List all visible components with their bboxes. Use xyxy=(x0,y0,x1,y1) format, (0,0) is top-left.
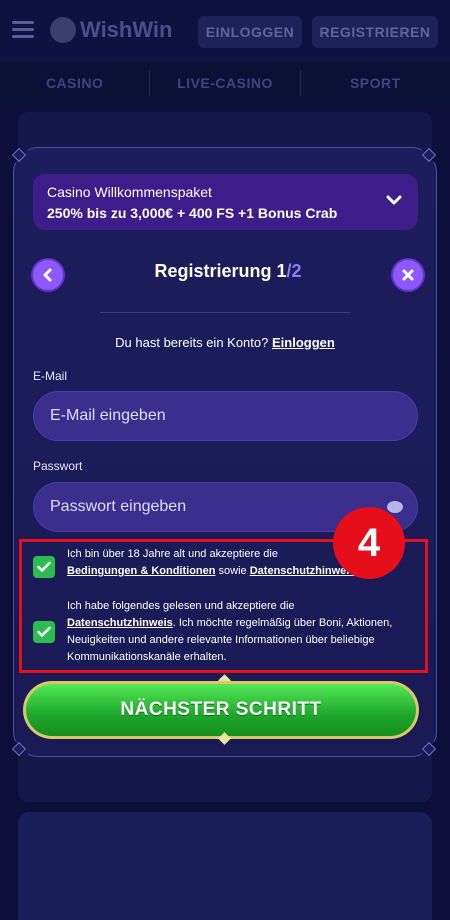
annotation-badge: 4 xyxy=(333,507,405,579)
close-icon xyxy=(402,269,414,281)
tab-sport[interactable]: SPORT xyxy=(301,75,450,91)
tab-casino[interactable]: CASINO xyxy=(0,75,149,91)
next-step-button[interactable]: NÄCHSTER SCHRITT xyxy=(23,681,419,739)
close-button[interactable] xyxy=(393,260,423,290)
page-title: Registrierung 1/2 xyxy=(33,261,423,282)
site-header: WishWin EINLOGGEN REGISTRIEREN xyxy=(0,0,450,62)
category-tabs: CASINO LIVE-CASINO SPORT xyxy=(0,62,450,104)
background-banner xyxy=(18,812,432,920)
marketing-checkbox[interactable] xyxy=(33,621,55,643)
divider xyxy=(100,312,350,313)
age-terms-conjunction: sowie xyxy=(215,565,250,577)
menu-icon[interactable] xyxy=(12,21,34,41)
privacy-link[interactable]: Datenschutzhinweis xyxy=(67,617,173,629)
brand-logo: WishWin xyxy=(50,17,172,43)
show-password-icon[interactable] xyxy=(387,501,403,513)
email-field[interactable] xyxy=(50,407,417,425)
header-register-button[interactable]: REGISTRIEREN xyxy=(312,16,438,48)
checkmark-icon xyxy=(37,626,51,637)
email-label: E-Mail xyxy=(33,369,68,383)
welcome-bonus-dropdown[interactable]: Casino Willkommenspaket 250% bis zu 3,00… xyxy=(33,174,418,230)
logo-icon xyxy=(50,17,76,43)
checkmark-icon xyxy=(37,561,51,572)
chevron-down-icon xyxy=(386,195,402,205)
registration-header: Registrierung 1/2 xyxy=(33,258,423,292)
privacy-link[interactable]: Datenschutzhinweis xyxy=(250,565,356,577)
next-step-label: NÄCHSTER SCHRITT xyxy=(26,684,416,736)
bonus-title: Casino Willkommenspaket xyxy=(47,184,212,200)
age-terms-sentence: Ich bin über 18 Jahre alt und akzeptiere… xyxy=(67,548,278,560)
email-field-wrapper xyxy=(33,391,418,441)
bonus-offer: 250% bis zu 3,000€ + 400 FS +1 Bonus Cra… xyxy=(47,205,338,221)
title-step: Registrierung 1 xyxy=(154,261,287,281)
header-login-button[interactable]: EINLOGGEN xyxy=(198,16,302,48)
password-label: Passwort xyxy=(33,459,83,473)
age-terms-checkbox[interactable] xyxy=(33,556,55,578)
tab-live-casino[interactable]: LIVE-CASINO xyxy=(150,75,299,91)
terms-link[interactable]: Bedingungen & Konditionen xyxy=(67,565,215,577)
marketing-sentence: Ich habe folgendes gelesen und akzeptier… xyxy=(67,600,295,612)
login-link[interactable]: Einloggen xyxy=(272,335,335,350)
brand-name: WishWin xyxy=(80,17,173,42)
have-account-label: Du hast bereits ein Konto? xyxy=(115,335,269,350)
marketing-text: Ich habe folgendes gelesen und akzeptier… xyxy=(67,598,397,666)
title-step-total: /2 xyxy=(286,261,302,281)
have-account-text: Du hast bereits ein Konto? Einloggen xyxy=(0,335,450,350)
